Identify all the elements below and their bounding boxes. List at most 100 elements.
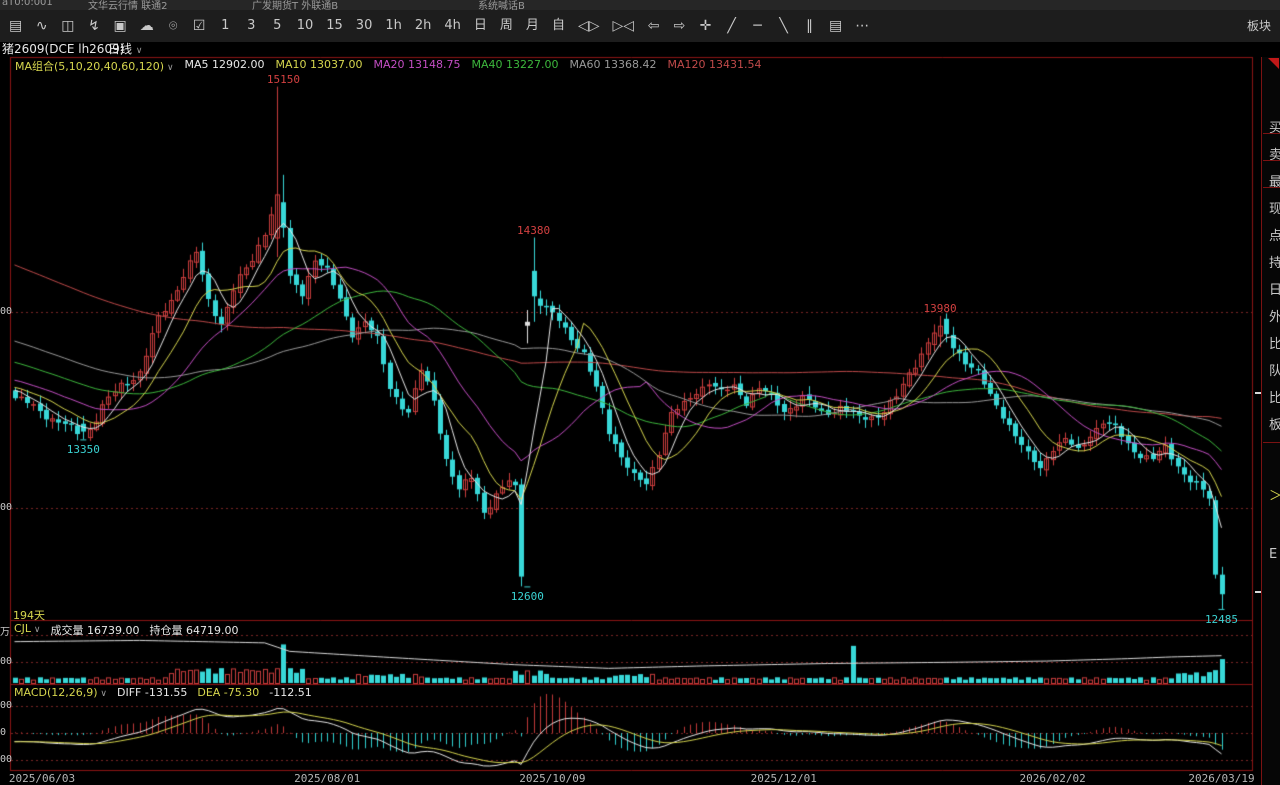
period-button-自[interactable]: 自: [552, 11, 565, 41]
compress-bars-icon[interactable]: ◁▷: [578, 11, 600, 41]
price-annotation-12485: 12485: [1205, 613, 1238, 626]
right-panel-tab[interactable]: 比: [1269, 387, 1280, 406]
market-depth-icon[interactable]: ▣: [113, 11, 126, 41]
right-panel-tab[interactable]: 持: [1269, 252, 1280, 271]
period-button-1h[interactable]: 1h: [385, 11, 402, 41]
right-panel-tab[interactable]: 点: [1269, 225, 1280, 244]
open-interest-value: 持仓量 64719.00: [150, 622, 239, 638]
macd-indicator-header: MACD(12,26,9) ∨ DIFF -131.55 DEA -75.30 …: [14, 686, 312, 699]
horizontal-line-icon[interactable]: ─: [751, 11, 764, 41]
macd-dea-value: DEA -75.30: [197, 686, 259, 699]
period-button-15[interactable]: 15: [326, 11, 343, 41]
trendline-icon[interactable]: ╱: [725, 11, 738, 41]
period-button-30[interactable]: 30: [356, 11, 373, 41]
alert-bell-icon[interactable]: ⌾: [167, 11, 180, 41]
period-dropdown[interactable]: 日线 ∨: [108, 42, 142, 59]
parallel-lines-icon[interactable]: ∥: [803, 11, 816, 41]
ma-value-1: MA10 13037.00: [276, 58, 363, 74]
time-chart-icon[interactable]: ∿: [35, 11, 48, 41]
period-button-日[interactable]: 日: [474, 11, 487, 41]
text-note-icon[interactable]: ▤: [829, 11, 842, 41]
period-button-周[interactable]: 周: [500, 11, 513, 41]
visible-days-label: 194天: [13, 607, 45, 623]
cloud-data-icon[interactable]: ☁: [140, 11, 154, 41]
period-button-5[interactable]: 5: [271, 11, 284, 41]
divider: [1263, 442, 1280, 443]
price-chart-canvas[interactable]: [0, 0, 1280, 785]
arrow-line-icon[interactable]: ╲: [777, 11, 790, 41]
more-tools-icon[interactable]: ⋯: [855, 11, 869, 41]
ma-value-4: MA60 13368.42: [570, 58, 657, 74]
main-toolbar: ▤ ∿ ◫ ↯ ▣ ☁ ⌾ ☑ 135 10 15 30 1h 2h 4h 日周月自 ◁▷ ▷◁ ⇦ ⇨ ✛ ╱ ─ ╲ ∥ ▤ ⋯: [0, 10, 1280, 42]
trading-app-window: aT0:0:001 文华云行情 联通2 广发期货T 外联通B 系统喊话B ▤ ∿ ◫…: [0, 0, 1280, 785]
price-annotation-14380: 14380: [517, 224, 550, 237]
macd-axis-label: 00: [0, 700, 12, 712]
date-axis-label: 2026/03/19: [1188, 772, 1254, 785]
ma-value-3: MA40 13227.00: [472, 58, 559, 74]
period-button-2h[interactable]: 2h: [415, 11, 432, 41]
price-annotation-12600: 12600: [511, 590, 544, 603]
crosshair-icon[interactable]: ✛: [699, 11, 712, 41]
chevron-down-icon: ∨: [164, 63, 173, 73]
date-axis-label: 2025/08/01: [294, 772, 360, 785]
price-annotation-13350: 13350: [67, 443, 100, 456]
status-quote-feed: 文华云行情 联通2: [88, 0, 168, 10]
ma-value-2: MA20 13148.75: [374, 58, 461, 74]
divider: [1263, 133, 1280, 134]
quote-board-icon[interactable]: ▤: [9, 11, 22, 41]
price-annotation-15150: 15150: [267, 73, 300, 86]
price-axis-label: 00: [0, 306, 12, 318]
volume-axis-label: 00: [0, 656, 12, 668]
volume-indicator-header: CJL ∨ 成交量 16739.00 持仓量 64719.00: [14, 622, 239, 638]
mini-chart-icon[interactable]: ☑: [193, 11, 206, 41]
price-annotation-13980: 13980: [924, 302, 957, 315]
right-panel-tab[interactable]: 外: [1269, 306, 1280, 325]
status-system-msg: 系统喊话B: [478, 0, 525, 10]
right-panel-tab[interactable]: 日: [1269, 279, 1280, 298]
chevron-down-icon: ∨: [31, 625, 40, 635]
page-right-icon[interactable]: ⇨: [673, 11, 686, 41]
macd-dropdown[interactable]: MACD(12,26,9) ∨: [14, 686, 107, 699]
period-button-4h[interactable]: 4h: [444, 11, 461, 41]
corner-marker-icon: [1268, 58, 1279, 69]
blocks-button[interactable]: 板块: [1247, 10, 1271, 42]
ma-indicator-header: MA组合(5,10,20,40,60,120) ∨ MA5 12902.00 MA…: [15, 58, 762, 74]
right-panel-tab[interactable]: 现: [1269, 198, 1280, 217]
status-broker-feed: 广发期货T 外联通B: [252, 0, 338, 10]
volume-value: 成交量 16739.00: [51, 622, 140, 638]
period-button-3[interactable]: 3: [245, 11, 258, 41]
macd-bar-value: -112.51: [269, 686, 311, 699]
macd-diff-value: DIFF -131.55: [117, 686, 187, 699]
right-panel-tab[interactable]: 比: [1269, 333, 1280, 352]
divider: [1263, 160, 1280, 161]
volume-axis-label: 万: [0, 627, 10, 639]
right-panel-tab[interactable]: 板: [1269, 414, 1280, 433]
cjl-dropdown[interactable]: CJL ∨: [14, 622, 41, 638]
period-button-10[interactable]: 10: [297, 11, 314, 41]
flash-chart-icon[interactable]: ↯: [87, 11, 100, 41]
ma-value-5: MA120 13431.54: [668, 58, 762, 74]
date-axis-label: 2026/02/02: [1020, 772, 1086, 785]
page-left-icon[interactable]: ⇦: [647, 11, 660, 41]
candlestick-chart-icon[interactable]: ◫: [61, 11, 74, 41]
date-axis-label: 2025/10/09: [519, 772, 585, 785]
right-panel-tab[interactable]: E: [1269, 547, 1280, 562]
ma-settings-dropdown[interactable]: MA组合(5,10,20,40,60,120) ∨: [15, 58, 174, 74]
period-button-月[interactable]: 月: [526, 11, 539, 41]
window-status-bar: aT0:0:001 文华云行情 联通2 广发期货T 外联通B 系统喊话B: [0, 0, 1280, 10]
expand-bars-icon[interactable]: ▷◁: [613, 11, 635, 41]
right-side-panel: 买卖最现点持日外比队比板＞E: [1261, 57, 1280, 785]
date-axis-label: 2025/06/03: [9, 772, 75, 785]
right-panel-tab[interactable]: ＞: [1269, 485, 1280, 504]
right-panel-tab[interactable]: 队: [1269, 360, 1280, 379]
price-axis-label: 00: [0, 502, 12, 514]
chevron-down-icon: ∨: [98, 689, 107, 699]
divider: [1263, 187, 1280, 188]
period-button-1[interactable]: 1: [219, 11, 232, 41]
date-axis-label: 2025/12/01: [751, 772, 817, 785]
contract-title: 猪2609(DCE lh2609): [2, 42, 124, 57]
chevron-down-icon: ∨: [136, 46, 143, 56]
ma-value-0: MA5 12902.00: [185, 58, 265, 74]
macd-axis-label: 0: [0, 727, 6, 739]
status-id: aT0:0:001: [2, 0, 53, 8]
